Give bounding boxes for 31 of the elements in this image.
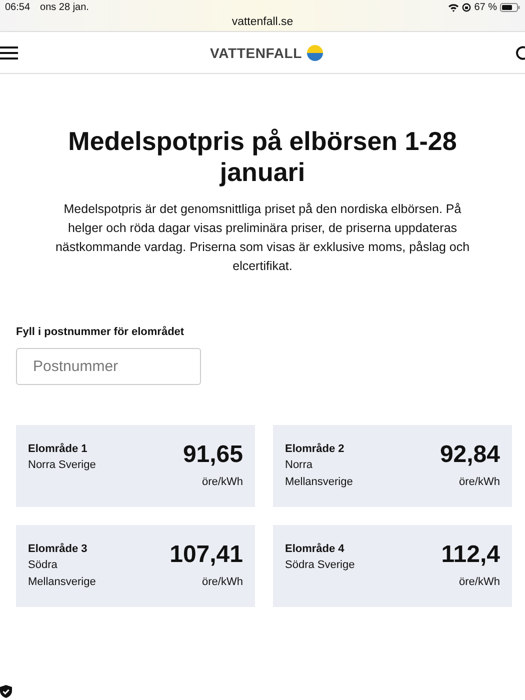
shield-check-icon[interactable]	[0, 685, 12, 698]
postcode-field[interactable]: Postnummer	[16, 348, 201, 385]
intro-paragraph: Medelspotpris är det genomsnittliga priset på den nordiska elbörsen. På helger och röda dagar visas preliminära priser, de priserna uppdateras nästkommande vardag. Priserna som visas är exklusive moms, påslag och elcertifikat.	[54, 201, 471, 275]
area-name: Elområde 1	[28, 442, 88, 457]
status-date: ons 28 jan.	[40, 2, 89, 12]
logo-icon	[306, 44, 323, 60]
area-name: Elområde 2	[285, 442, 344, 457]
area-price: 107,41	[170, 541, 243, 569]
address-bar-url[interactable]: vattenfall.se	[232, 16, 294, 28]
menu-icon[interactable]	[0, 46, 18, 60]
price-unit: öre/kWh	[202, 476, 243, 488]
area-region: Södra Mellansverige	[28, 558, 97, 590]
area-region: Södra Sverige	[285, 558, 355, 573]
page-title: Medelspotpris på elbörsen 1-28 januari	[67, 126, 458, 188]
area-price: 91,65	[182, 441, 243, 469]
battery-percentage: 67 %	[474, 2, 497, 12]
status-time: 06:54	[5, 2, 30, 12]
area-region: Norra Mellansverige	[285, 458, 354, 490]
area-name: Elområde 3	[28, 542, 88, 557]
wifi-icon	[448, 2, 460, 12]
price-unit: öre/kWh	[459, 576, 500, 588]
area-price: 112,4	[441, 541, 500, 569]
area-region: Norra Sverige	[28, 458, 96, 473]
field-label: Fyll i postnummer för elområdet	[16, 326, 184, 338]
brand-logo-text[interactable]: VATTENFALL	[210, 44, 302, 60]
area-name: Elområde 4	[285, 542, 344, 557]
price-unit: öre/kWh	[459, 476, 500, 488]
price-unit: öre/kWh	[202, 576, 243, 588]
battery-icon	[500, 2, 520, 12]
area-price: 92,84	[440, 441, 500, 469]
orientation-lock-icon	[462, 2, 472, 12]
